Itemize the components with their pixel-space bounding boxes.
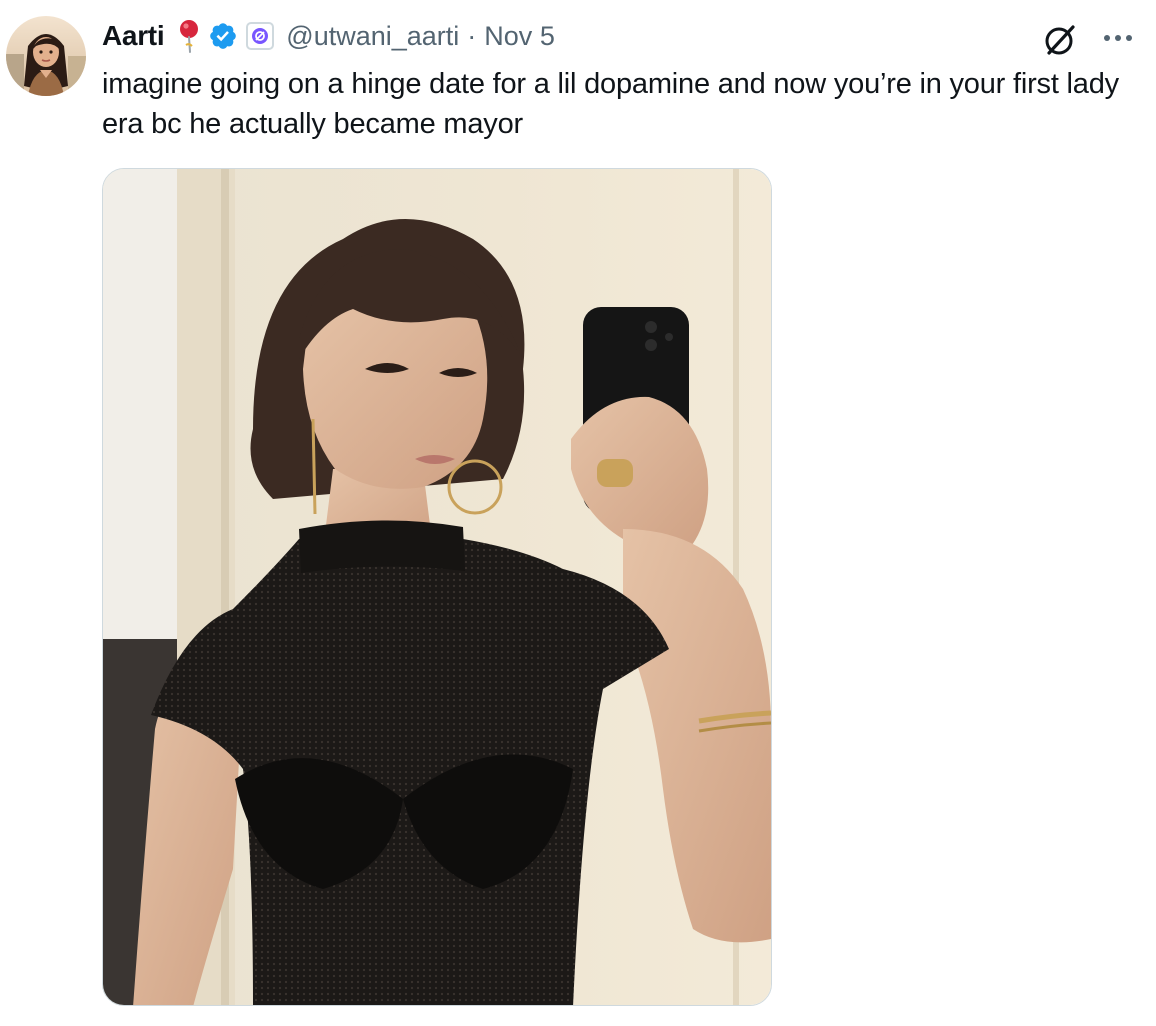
tweet-header: Aarti @utwani_aarti · Nov 5	[102, 16, 555, 56]
tweet-text: imagine going on a hinge date for a lil …	[102, 68, 1119, 140]
more-options-icon[interactable]	[1098, 22, 1138, 54]
avatar-image	[6, 16, 86, 96]
user-handle[interactable]: @utwani_aarti	[286, 21, 459, 52]
tweet: Aarti @utwani_aarti · Nov 5 imagine goin…	[0, 0, 1156, 1026]
separator-dot: ·	[467, 20, 477, 51]
tweet-photo[interactable]	[102, 168, 772, 1006]
mirror-selfie-image	[103, 169, 771, 1005]
tweet-date[interactable]: Nov 5	[484, 21, 555, 52]
display-name[interactable]: Aarti	[102, 20, 165, 52]
verified-badge-icon[interactable]	[208, 21, 238, 51]
round-pushpin-emoji	[178, 19, 200, 53]
avatar[interactable]	[6, 16, 86, 96]
grok-icon[interactable]	[1040, 20, 1080, 60]
affiliate-badge-icon[interactable]	[246, 22, 275, 50]
